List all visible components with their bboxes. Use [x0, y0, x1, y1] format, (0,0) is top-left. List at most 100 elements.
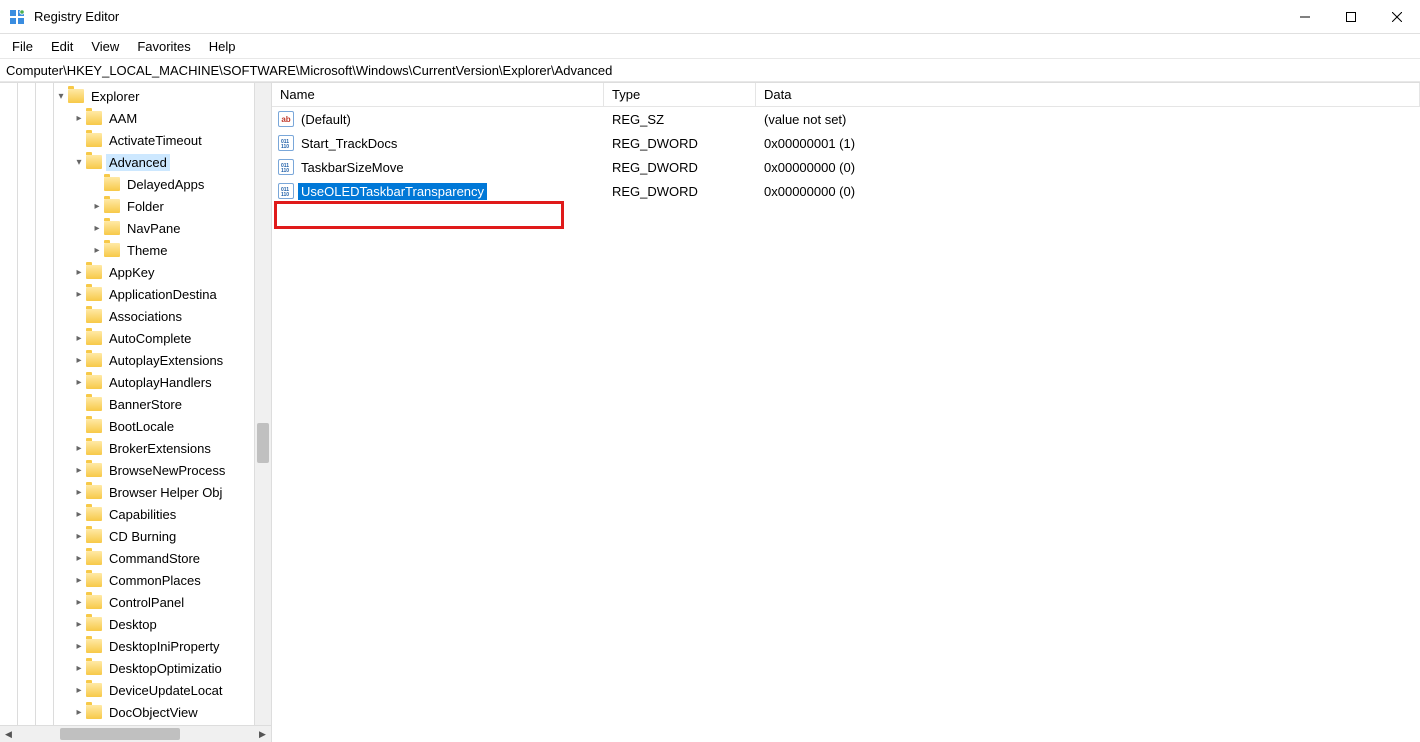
tree-item[interactable]: ▸AppKey — [0, 261, 271, 283]
chevron-right-icon[interactable]: ▸ — [72, 701, 86, 723]
value-row[interactable]: 011110TaskbarSizeMoveREG_DWORD0x00000000… — [272, 155, 1420, 179]
tree-vertical-scrollbar[interactable] — [254, 83, 271, 725]
value-row[interactable]: 011110Start_TrackDocsREG_DWORD0x00000001… — [272, 131, 1420, 155]
value-type: REG_DWORD — [604, 136, 756, 151]
tree-item[interactable]: BootLocale — [0, 415, 271, 437]
address-bar[interactable]: Computer\HKEY_LOCAL_MACHINE\SOFTWARE\Mic… — [0, 58, 1420, 82]
value-dw-icon: 011110 — [278, 159, 294, 175]
chevron-right-icon[interactable]: ▸ — [90, 217, 104, 239]
chevron-right-icon[interactable]: ▸ — [72, 503, 86, 525]
chevron-right-icon[interactable]: ▸ — [90, 195, 104, 217]
tree-item-label: BannerStore — [106, 396, 185, 413]
tree-item[interactable]: ▸ DesktopIniProperty — [0, 635, 271, 657]
tree-item-label: DesktopOptimizatio — [106, 660, 225, 677]
menu-favorites[interactable]: Favorites — [129, 37, 198, 56]
tree-scroll[interactable]: ▾Explorer▸AAMActivateTimeout▾AdvancedDel… — [0, 83, 271, 725]
tree-item[interactable]: ▸AAM — [0, 107, 271, 129]
values-list[interactable]: ab(Default)REG_SZ(value not set)011110St… — [272, 107, 1420, 742]
chevron-right-icon[interactable]: ▸ — [72, 525, 86, 547]
column-headers: Name Type Data — [272, 83, 1420, 107]
menu-help[interactable]: Help — [201, 37, 244, 56]
tree-horizontal-scrollbar[interactable]: ◀ ▶ — [0, 725, 271, 742]
tree-item[interactable]: ▸ DesktopOptimizatio — [0, 657, 271, 679]
tree-item[interactable]: ▾Advanced — [0, 151, 271, 173]
chevron-right-icon[interactable]: ▸ — [72, 613, 86, 635]
tree-item-label: AutoplayExtensions — [106, 352, 226, 369]
tree-item-label: DesktopIniProperty — [106, 638, 223, 655]
chevron-right-icon[interactable]: ▸ — [72, 371, 86, 393]
tree-item[interactable]: ▾Explorer — [0, 85, 271, 107]
menu-bar: File Edit View Favorites Help — [0, 34, 1420, 58]
tree-item[interactable]: ▸ AutoplayExtensions — [0, 349, 271, 371]
scroll-left-arrow[interactable]: ◀ — [0, 726, 17, 742]
chevron-right-icon[interactable]: ▸ — [72, 547, 86, 569]
scrollbar-thumb[interactable] — [257, 423, 269, 463]
chevron-right-icon[interactable]: ▸ — [72, 327, 86, 349]
tree-item[interactable]: ▸BrokerExtensions — [0, 437, 271, 459]
svg-text:110: 110 — [281, 168, 289, 172]
scrollbar-thumb[interactable] — [60, 728, 180, 740]
menu-file[interactable]: File — [4, 37, 41, 56]
tree-item[interactable]: ▸AutoplayHandlers — [0, 371, 271, 393]
tree-item-label: CommonPlaces — [106, 572, 204, 589]
tree-item[interactable]: ▸ NavPane — [0, 217, 271, 239]
tree-item[interactable]: ▸DocObjectView — [0, 701, 271, 723]
chevron-right-icon[interactable]: ▸ — [72, 437, 86, 459]
value-type: REG_SZ — [604, 112, 756, 127]
menu-view[interactable]: View — [83, 37, 127, 56]
chevron-right-icon[interactable]: ▸ — [72, 569, 86, 591]
value-dw-icon: 011110 — [278, 135, 294, 151]
value-row[interactable]: ab(Default)REG_SZ(value not set) — [272, 107, 1420, 131]
folder-icon — [86, 397, 102, 411]
tree-item[interactable]: ▸Desktop — [0, 613, 271, 635]
tree-item[interactable]: ▸ControlPanel — [0, 591, 271, 613]
chevron-right-icon[interactable]: ▸ — [72, 107, 86, 129]
chevron-right-icon[interactable]: ▸ — [72, 459, 86, 481]
maximize-button[interactable] — [1328, 0, 1374, 34]
column-header-data[interactable]: Data — [756, 83, 1420, 106]
tree-item-label: CommandStore — [106, 550, 203, 567]
chevron-right-icon[interactable]: ▸ — [72, 679, 86, 701]
tree-item[interactable]: ▸ CommonPlaces — [0, 569, 271, 591]
tree-item[interactable]: DelayedApps — [0, 173, 271, 195]
chevron-down-icon[interactable]: ▾ — [72, 151, 86, 173]
chevron-right-icon[interactable]: ▸ — [72, 635, 86, 657]
value-data: (value not set) — [756, 112, 1420, 127]
chevron-down-icon[interactable]: ▾ — [54, 85, 68, 107]
tree-item[interactable]: Associations — [0, 305, 271, 327]
tree-item[interactable]: ▸Browser Helper Obj — [0, 481, 271, 503]
menu-edit[interactable]: Edit — [43, 37, 81, 56]
tree-item[interactable]: ▸Theme — [0, 239, 271, 261]
close-button[interactable] — [1374, 0, 1420, 34]
tree-item[interactable]: ▸CD Burning — [0, 525, 271, 547]
tree-item-label: BootLocale — [106, 418, 177, 435]
value-data: 0x00000001 (1) — [756, 136, 1420, 151]
value-row[interactable]: 011110UseOLEDTaskbarTransparencyREG_DWOR… — [272, 179, 1420, 203]
folder-icon — [86, 309, 102, 323]
tree-item[interactable]: ▸ApplicationDestina — [0, 283, 271, 305]
minimize-button[interactable] — [1282, 0, 1328, 34]
chevron-right-icon[interactable]: ▸ — [90, 239, 104, 261]
tree-item[interactable]: ▸Capabilities — [0, 503, 271, 525]
tree-item[interactable]: ▸Folder — [0, 195, 271, 217]
chevron-right-icon[interactable]: ▸ — [72, 481, 86, 503]
tree-item[interactable]: ▸ CommandStore — [0, 547, 271, 569]
tree-item-label: NavPane — [124, 220, 183, 237]
folder-icon — [104, 177, 120, 191]
tree-item[interactable]: ▸DeviceUpdateLocat — [0, 679, 271, 701]
chevron-right-icon[interactable]: ▸ — [72, 283, 86, 305]
column-header-type[interactable]: Type — [604, 83, 756, 106]
column-header-name[interactable]: Name — [272, 83, 604, 106]
chevron-right-icon[interactable]: ▸ — [72, 349, 86, 371]
scroll-right-arrow[interactable]: ▶ — [254, 726, 271, 742]
folder-icon — [86, 331, 102, 345]
chevron-right-icon[interactable]: ▸ — [72, 657, 86, 679]
tree-item[interactable]: ▸AutoComplete — [0, 327, 271, 349]
tree-item[interactable]: ▸BrowseNewProcess — [0, 459, 271, 481]
chevron-right-icon[interactable]: ▸ — [72, 261, 86, 283]
tree-item[interactable]: ActivateTimeout — [0, 129, 271, 151]
tree-item[interactable]: BannerStore — [0, 393, 271, 415]
folder-icon — [86, 265, 102, 279]
chevron-right-icon[interactable]: ▸ — [72, 591, 86, 613]
svg-text:110: 110 — [281, 144, 289, 148]
